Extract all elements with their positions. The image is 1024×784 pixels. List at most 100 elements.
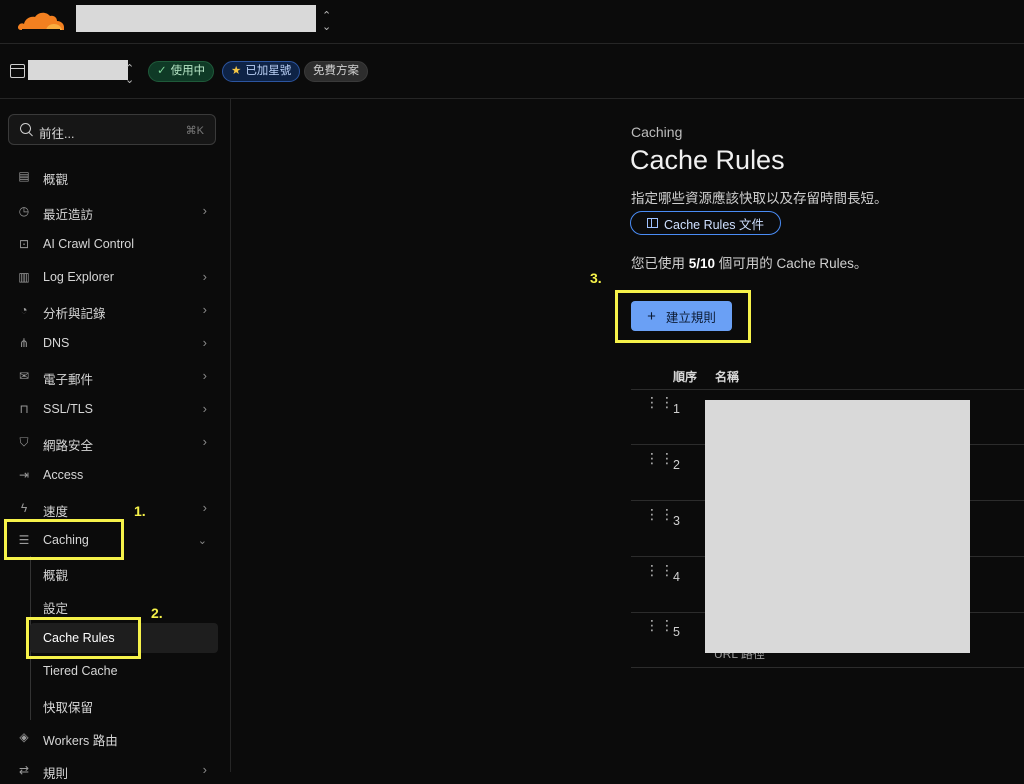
chart-icon: ▥ [18, 270, 30, 284]
search-label: 前往... [39, 127, 75, 141]
search-icon [20, 123, 31, 134]
sidebar-item-label: 分析與記錄 [43, 307, 106, 321]
zone-chevron-updown-icon[interactable]: ⌃ ⌄ [125, 64, 134, 86]
drag-handle-icon[interactable]: ⋮⋮ [645, 507, 674, 529]
sidebar-item-analytics[interactable]: ◔ 分析與記錄 › [0, 296, 231, 324]
highlight-box-caching [4, 519, 124, 560]
table-row-order: 1 [673, 402, 680, 416]
chevron-right-icon: › [202, 203, 207, 218]
sidebar-subitem-tiered-cache[interactable]: Tiered Cache [30, 656, 218, 686]
column-header-name: 名稱 [715, 370, 740, 384]
usage-prefix: 您已使用 [631, 256, 689, 271]
drag-handle-icon[interactable]: ⋮⋮ [645, 451, 674, 473]
page-description: 指定哪些資源應該快取以及存留時間長短。 [631, 191, 888, 206]
sidebar-item-log-explorer[interactable]: ▥ Log Explorer › [0, 263, 231, 291]
rule-names-redacted [705, 400, 970, 653]
table-header-divider [631, 389, 1024, 390]
documentation-button-label: Cache Rules 文件 [663, 217, 765, 232]
lightning-icon: ϟ [20, 501, 28, 515]
sidebar-item-ai-crawl-control[interactable]: ⊡ AI Crawl Control [0, 230, 231, 258]
sidebar-item-label: Access [43, 468, 84, 482]
mail-icon: ✉ [18, 369, 30, 383]
chevron-right-icon: › [202, 401, 207, 416]
usage-suffix: 個可用的 Cache Rules。 [715, 256, 868, 271]
table-row-divider [631, 667, 1024, 668]
sidebar-item-email[interactable]: ✉ 電子郵件 › [0, 362, 231, 390]
sidebar-item-label: Log Explorer [43, 270, 114, 284]
usage-count: 5/10 [688, 256, 716, 271]
drag-handle-icon[interactable]: ⋮⋮ [645, 395, 674, 417]
book-icon [646, 218, 658, 228]
chevron-updown-icon[interactable]: ⌃ ⌄ [322, 11, 331, 33]
sidebar-item-recent[interactable]: ◷ 最近造訪 › [0, 197, 231, 225]
check-icon: ✓ [157, 65, 167, 77]
section-label: Caching [631, 124, 683, 140]
table-row-order: 4 [673, 570, 680, 584]
robot-icon: ⊡ [18, 237, 30, 251]
zone-name-redacted[interactable] [28, 60, 128, 80]
starred-badge[interactable]: ★ 已加星號 [222, 61, 301, 82]
star-icon: ★ [231, 65, 242, 77]
starred-badge-label: 已加星號 [245, 65, 292, 77]
drag-handle-icon[interactable]: ⋮⋮ [645, 563, 674, 585]
plus-icon: + [647, 307, 656, 325]
account-name-redacted[interactable] [76, 5, 316, 32]
sidebar-item-overview[interactable]: ▤ 概觀 [0, 162, 231, 190]
browser-window-icon [10, 64, 25, 78]
sidebar-subitem-label: 快取保留 [43, 701, 94, 715]
sidebar-subitem-settings[interactable]: 設定 [30, 590, 218, 620]
network-icon: ⋔ [18, 336, 30, 350]
sidebar-item-label: DNS [43, 336, 70, 350]
chevron-right-icon: › [202, 762, 207, 777]
usage-text: 您已使用 5/10 個可用的 Cache Rules。 [631, 252, 867, 272]
step-label-3: 3. [590, 270, 602, 286]
create-rule-button[interactable]: + 建立規則 [631, 301, 732, 331]
table-row-order: 2 [673, 458, 680, 472]
shield-icon: ⛉ [19, 435, 29, 449]
plan-badge-label: 免費方案 [313, 65, 359, 77]
search-input[interactable]: 前往... ⌘K [8, 114, 216, 145]
table-row-order: 5 [673, 625, 680, 639]
sidebar-item-label: 概觀 [43, 173, 69, 187]
chevron-right-icon: › [202, 500, 207, 515]
sidebar-subitem-overview[interactable]: 概觀 [30, 557, 218, 587]
sidebar-item-label: 規則 [43, 767, 69, 781]
plan-badge: 免費方案 [304, 61, 368, 82]
sidebar-item-rules[interactable]: ⇄ 規則 › [0, 756, 231, 784]
highlight-box-cache-rules [26, 617, 141, 659]
sidebar-item-workers-routes[interactable]: ◈ Workers 路由 [0, 723, 231, 751]
sidebar-item-ssl-tls[interactable]: ⊓ SSL/TLS › [0, 395, 231, 423]
chevron-down-icon: ⌄ [197, 535, 207, 547]
status-badge-active: ✓ 使用中 [148, 61, 215, 82]
sidebar-item-speed[interactable]: ϟ 速度 › [0, 494, 231, 522]
documentation-button[interactable]: Cache Rules 文件 [630, 211, 781, 235]
document-icon: ▤ [18, 169, 30, 183]
sidebar-item-dns[interactable]: ⋔ DNS › [0, 329, 231, 357]
analytics-icon: ◔ [20, 303, 28, 317]
chevron-right-icon: › [202, 434, 207, 449]
sidebar-item-label: AI Crawl Control [43, 237, 134, 251]
step-label-1: 1. [134, 503, 146, 519]
status-badge-label: 使用中 [170, 65, 206, 77]
sidebar-item-label: Workers 路由 [43, 734, 118, 748]
access-icon: ⇥ [18, 468, 30, 482]
sidebar-item-label: 速度 [43, 505, 69, 519]
lock-icon: ⊓ [19, 402, 29, 416]
table-row-order: 3 [673, 514, 680, 528]
column-header-order: 順序 [673, 370, 698, 384]
workers-icon: ◈ [19, 730, 29, 744]
rules-icon: ⇄ [18, 763, 30, 777]
sidebar-subitem-cache-reserve[interactable]: 快取保留 [30, 689, 218, 719]
step-label-2: 2. [151, 605, 163, 621]
sidebar-item-security[interactable]: ⛉ 網路安全 › [0, 428, 231, 456]
sidebar-item-label: SSL/TLS [43, 402, 94, 416]
sidebar-subitem-label: 設定 [43, 602, 69, 616]
sidebar-subitem-label: Tiered Cache [43, 664, 118, 678]
chevron-right-icon: › [202, 302, 207, 317]
sidebar-item-label: 最近造訪 [43, 208, 94, 222]
drag-handle-icon[interactable]: ⋮⋮ [645, 618, 674, 640]
sidebar-item-label: 電子郵件 [43, 373, 94, 387]
chevron-right-icon: › [202, 269, 207, 284]
sidebar-item-access[interactable]: ⇥ Access [0, 461, 231, 489]
cloudflare-logo[interactable] [16, 8, 66, 32]
